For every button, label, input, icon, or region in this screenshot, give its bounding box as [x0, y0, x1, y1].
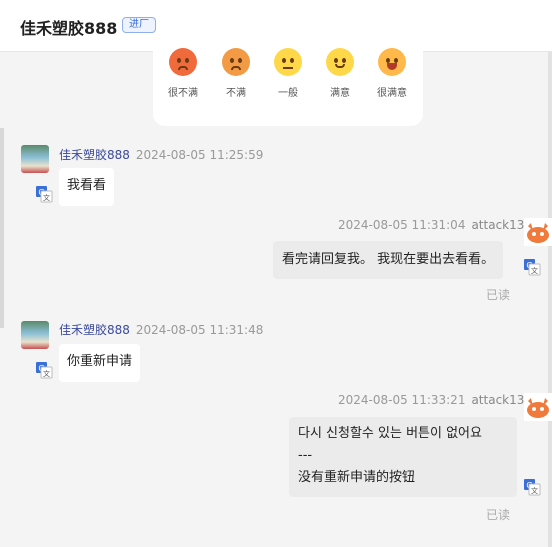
message-time: 2024-08-05 11:25:59 — [135, 148, 264, 162]
avatar[interactable] — [21, 321, 49, 349]
rating-label: 很满意 — [377, 88, 407, 99]
message-time: 2024-08-05 11:33:21 — [338, 393, 466, 407]
left-edge-strip — [0, 128, 4, 328]
message-meta: 佳禾塑胶888 2024-08-05 11:31:48 — [59, 321, 263, 338]
message-text: 你重新申请 — [67, 354, 133, 369]
message-text: 我看看 — [67, 178, 107, 193]
svg-text:文: 文 — [531, 266, 538, 275]
rating-option-very-satisfied[interactable]: 很满意 — [364, 48, 420, 99]
rating-label: 一般 — [278, 88, 298, 99]
rating-option-very-unsatisfied[interactable]: 很不满 — [155, 48, 211, 99]
message-text-line: --- — [298, 448, 313, 463]
angry-face-icon — [169, 48, 197, 76]
satisfaction-rating-card: 很不满 不满 一般 满意 很满意 — [153, 40, 423, 126]
svg-text:文: 文 — [531, 486, 538, 495]
chat-title: 佳禾塑胶888 — [20, 19, 118, 38]
smiling-face-icon — [326, 48, 354, 76]
message-text-line: 다시 신청할수 있는 버튼이 없어요 — [298, 426, 482, 441]
read-status: 已读 — [486, 288, 511, 302]
rating-label: 满意 — [330, 88, 350, 99]
message-meta: 2024-08-05 11:33:21 attack1315 — [338, 393, 540, 407]
rating-option-satisfied[interactable]: 满意 — [312, 48, 368, 99]
rating-option-neutral[interactable]: 一般 — [260, 48, 316, 99]
svg-text:文: 文 — [43, 193, 50, 202]
message-bubble: 我看看 — [59, 168, 115, 206]
message-text: 看完请回复我。 我现在要出去看看。 — [282, 252, 495, 267]
message-time: 2024-08-05 11:31:04 — [338, 218, 466, 232]
translate-icon[interactable]: G 文 — [523, 258, 541, 276]
message-meta: 佳禾塑胶888 2024-08-05 11:25:59 — [59, 146, 263, 163]
message-time: 2024-08-05 11:31:48 — [135, 323, 264, 337]
message-text-line: 没有重新申请的按钮 — [298, 470, 416, 485]
avatar[interactable] — [524, 218, 552, 246]
message-bubble: 你重新申请 — [59, 344, 141, 382]
scrollbar[interactable] — [548, 52, 552, 547]
svg-text:文: 文 — [43, 369, 50, 378]
message-bubble: 다시 신청할수 있는 버튼이 없어요 --- 没有重新申请的按钮 — [289, 417, 517, 497]
read-status: 已读 — [486, 508, 511, 522]
sender-name[interactable]: 佳禾塑胶888 — [59, 148, 130, 162]
message-bubble: 看完请回复我。 我现在要出去看看。 — [273, 241, 504, 279]
sender-name[interactable]: 佳禾塑胶888 — [59, 323, 130, 337]
translate-icon[interactable]: G 文 — [523, 478, 541, 496]
translate-icon[interactable]: G 文 — [35, 185, 53, 203]
frowning-face-icon — [222, 48, 250, 76]
avatar[interactable] — [21, 145, 49, 173]
rating-label: 不满 — [226, 88, 246, 99]
avatar[interactable] — [524, 393, 552, 421]
grinning-face-icon — [378, 48, 406, 76]
status-badge[interactable]: 进厂 — [122, 17, 156, 33]
rating-option-unsatisfied[interactable]: 不满 — [208, 48, 264, 99]
translate-icon[interactable]: G 文 — [35, 361, 53, 379]
neutral-face-icon — [274, 48, 302, 76]
message-meta: 2024-08-05 11:31:04 attack1315 — [338, 218, 540, 232]
rating-label: 很不满 — [168, 88, 198, 99]
